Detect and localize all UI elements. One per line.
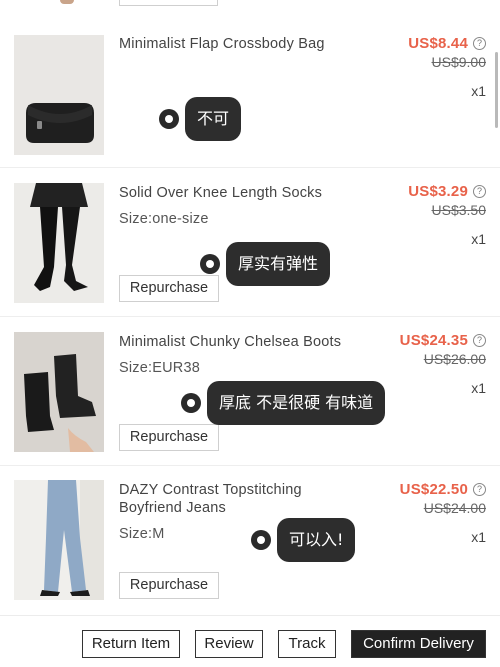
original-price: US$26.00 (423, 351, 486, 367)
info-circle-icon[interactable]: ? (473, 334, 486, 347)
review-button[interactable]: Review (195, 630, 263, 658)
original-price: US$9.00 (431, 54, 486, 70)
tag-dot-icon (200, 254, 220, 274)
product-image-boyfriend-jeans[interactable] (14, 480, 104, 600)
previous-item-thumbnail-partial (60, 0, 74, 4)
info-circle-icon[interactable]: ? (473, 185, 486, 198)
order-actions-bar: Return Item Review Track Confirm Deliver… (0, 615, 500, 667)
product-size: Size:EUR38 (119, 360, 200, 376)
product-title[interactable]: Minimalist Chunky Chelsea Boots (119, 333, 379, 351)
original-price: US$3.50 (431, 202, 486, 218)
original-price: US$24.00 (423, 500, 486, 516)
product-title[interactable]: Minimalist Flap Crossbody Bag (119, 35, 379, 53)
tag-dot-icon (159, 109, 179, 129)
product-price: US$22.50 (399, 481, 468, 498)
item-divider (0, 316, 500, 317)
repurchase-button[interactable]: Repurchase (119, 424, 219, 451)
product-price: US$8.44 (408, 35, 468, 52)
tag-dot-icon (251, 530, 271, 550)
note-tag: 可以入! (251, 518, 356, 562)
tag-dot-icon (181, 393, 201, 413)
repurchase-button[interactable]: Repurchase (119, 572, 219, 599)
note-bubble: 不可 (185, 97, 242, 141)
product-price: US$24.35 (399, 332, 468, 349)
confirm-delivery-button[interactable]: Confirm Delivery (351, 630, 486, 658)
note-tag: 厚底 不是很硬 有味道 (181, 381, 386, 425)
return-item-button[interactable]: Return Item (82, 630, 180, 658)
quantity: x1 (471, 529, 486, 545)
previous-item-button-partial[interactable] (119, 0, 218, 6)
note-bubble: 厚实有弹性 (226, 242, 331, 286)
note-bubble: 厚底 不是很硬 有味道 (207, 381, 386, 425)
info-circle-icon[interactable]: ? (473, 483, 486, 496)
product-size: Size:M (119, 526, 165, 542)
item-divider (0, 465, 500, 466)
product-image-knee-socks[interactable] (14, 183, 104, 303)
product-image-crossbody-bag[interactable] (14, 35, 104, 155)
item-divider (0, 167, 500, 168)
quantity: x1 (471, 83, 486, 99)
note-tag: 不可 (159, 97, 242, 141)
product-price: US$3.29 (408, 183, 468, 200)
product-title[interactable]: DAZY Contrast Topstitching Boyfriend Jea… (119, 481, 334, 517)
note-tag: 厚实有弹性 (200, 242, 331, 286)
product-title[interactable]: Solid Over Knee Length Socks (119, 184, 379, 202)
product-image-chelsea-boots[interactable] (14, 332, 104, 452)
quantity: x1 (471, 231, 486, 247)
scrollbar[interactable] (495, 52, 498, 128)
note-bubble: 可以入! (277, 518, 356, 562)
track-button[interactable]: Track (278, 630, 336, 658)
info-circle-icon[interactable]: ? (473, 37, 486, 50)
product-size: Size:one-size (119, 211, 209, 227)
quantity: x1 (471, 380, 486, 396)
